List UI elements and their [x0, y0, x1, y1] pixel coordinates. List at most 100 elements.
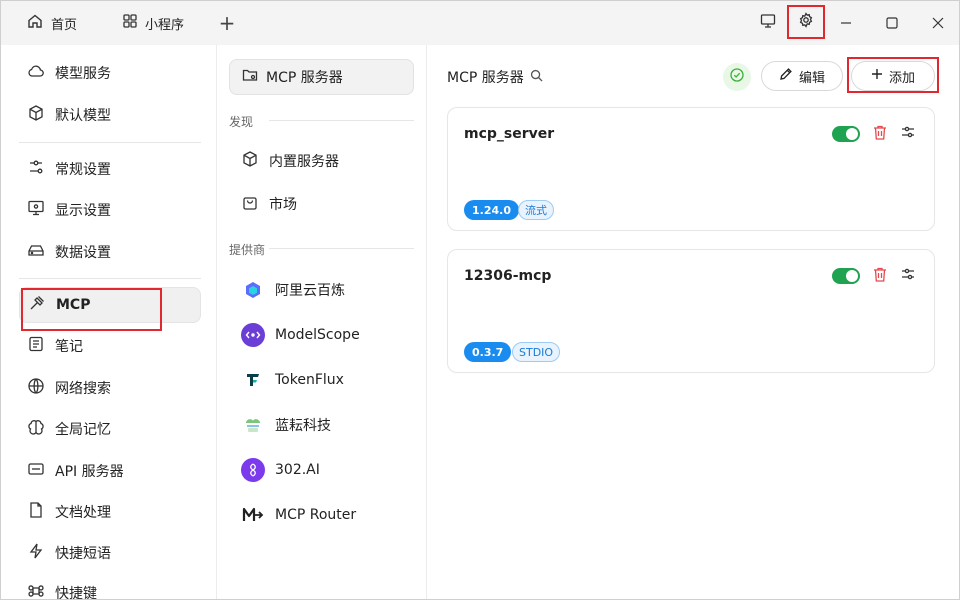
search-icon[interactable]: [530, 69, 543, 86]
add-server-button[interactable]: 添加: [851, 61, 935, 91]
gear-icon: [798, 12, 814, 32]
trash-icon[interactable]: [872, 124, 890, 144]
title-bar: 首页 小程序 +: [1, 1, 959, 45]
nav-divider: [19, 142, 201, 143]
maximize-icon: [886, 14, 898, 33]
folder-gear-icon: [242, 67, 258, 87]
sidebar-item-display[interactable]: 显示设置: [19, 192, 201, 228]
tab-mini-programs-label: 小程序: [145, 17, 185, 33]
subnav-item-market[interactable]: 市场: [241, 188, 297, 220]
settings-button[interactable]: [787, 5, 825, 39]
sidebar-item-label: 文档处理: [55, 505, 111, 521]
provider-label: ModelScope: [275, 327, 360, 343]
aliyun-bailian-logo: [241, 278, 265, 302]
sidebar-item-api-server[interactable]: API 服务器: [19, 453, 201, 489]
provider-modelscope[interactable]: ModelScope: [241, 319, 360, 351]
plus-icon: +: [218, 11, 236, 35]
tokenflux-logo: [241, 368, 265, 392]
transport-badge: STDIO: [512, 342, 561, 362]
trash-icon[interactable]: [872, 266, 890, 286]
add-tab-button[interactable]: +: [211, 9, 243, 37]
status-ok-indicator[interactable]: [723, 63, 751, 91]
settings-sliders-icon[interactable]: [900, 266, 918, 286]
maximize-button[interactable]: [875, 9, 909, 37]
close-button[interactable]: [921, 9, 955, 37]
grid-icon: [123, 14, 137, 32]
provider-label: TokenFlux: [275, 372, 344, 388]
provider-tokenflux[interactable]: TokenFlux: [241, 364, 344, 396]
edit-button[interactable]: 编辑: [761, 61, 843, 91]
sidebar-item-label: API 服务器: [55, 464, 124, 480]
mcp-router-logo: [241, 503, 265, 527]
hammer-icon: [28, 294, 46, 316]
settings-sliders-icon[interactable]: [900, 124, 918, 144]
edit-button-label: 编辑: [798, 70, 825, 86]
tab-home[interactable]: 首页: [17, 9, 87, 37]
close-icon: [932, 14, 944, 33]
server-enable-toggle[interactable]: [832, 126, 860, 142]
server-name: 12306-mcp: [464, 268, 552, 284]
add-button-label: 添加: [888, 70, 915, 86]
settings-sidebar: 模型服务 默认模型 常规设置 显示设置 数据设置 MCP 笔记 网络搜索 全局记…: [1, 45, 217, 600]
provider-label: 302.AI: [275, 462, 320, 478]
provider-aliyun-bailian[interactable]: 阿里云百炼: [241, 274, 345, 306]
sidebar-item-label: 常规设置: [55, 162, 111, 178]
subnav-item-label: MCP 服务器: [266, 70, 343, 86]
mcp-subnav: MCP 服务器 发现 内置服务器 市场 提供商 阿里云百炼 ModelScope…: [217, 45, 427, 599]
server-enable-toggle[interactable]: [832, 268, 860, 284]
app-window: 首页 小程序 + 模型服务 默认模型 常规设置 显示设置 数据设置 MCP 笔记…: [0, 0, 960, 600]
subnav-item-label: 内置服务器: [269, 154, 339, 170]
discover-section-title: 发现: [229, 115, 254, 129]
sidebar-item-shortcuts[interactable]: 快捷键: [19, 575, 201, 600]
tab-mini-programs[interactable]: 小程序: [113, 9, 194, 37]
sidebar-item-quick-phrases[interactable]: 快捷短语: [19, 535, 201, 571]
provider-label: 蓝耘科技: [275, 418, 331, 434]
sidebar-item-default-model[interactable]: 默认模型: [19, 97, 201, 133]
sidebar-item-notes[interactable]: 笔记: [19, 328, 201, 364]
sidebar-item-label: 模型服务: [55, 66, 111, 82]
sidebar-item-model-service[interactable]: 模型服务: [19, 55, 201, 91]
minimize-button[interactable]: [829, 9, 863, 37]
sidebar-item-label: 默认模型: [55, 108, 111, 124]
section-divider: [269, 120, 414, 121]
subnav-item-label: 市场: [269, 197, 297, 213]
nav-divider: [19, 278, 201, 279]
drive-icon: [27, 241, 45, 263]
sidebar-item-label: 快捷键: [55, 586, 97, 600]
shopping-bag-icon: [241, 193, 259, 215]
mini-window-button[interactable]: [753, 9, 783, 37]
page-title: MCP 服务器: [447, 67, 543, 87]
version-badge: 0.3.7: [464, 342, 512, 362]
sidebar-item-mcp[interactable]: MCP: [19, 287, 201, 323]
version-badge: 1.24.0: [464, 200, 519, 220]
page-title-text: MCP 服务器: [447, 70, 524, 86]
sidebar-item-general[interactable]: 常规设置: [19, 151, 201, 187]
providers-section-title: 提供商: [229, 243, 266, 257]
cloud-icon: [27, 62, 45, 84]
sidebar-item-data[interactable]: 数据设置: [19, 234, 201, 270]
subnav-item-mcp-servers[interactable]: MCP 服务器: [229, 59, 414, 95]
sidebar-item-label: 全局记忆: [55, 422, 111, 438]
provider-mcp-router[interactable]: MCP Router: [241, 499, 356, 531]
sidebar-item-label: 快捷短语: [55, 546, 111, 562]
sidebar-item-label: 数据设置: [55, 245, 111, 261]
package-icon: [241, 150, 259, 172]
sidebar-item-web-search[interactable]: 网络搜索: [19, 370, 201, 406]
plus-icon: [871, 68, 883, 84]
server-card[interactable]: 12306-mcp 0.3.7 STDIO: [447, 249, 935, 373]
sidebar-item-label: 网络搜索: [55, 381, 111, 397]
subnav-item-builtin-servers[interactable]: 内置服务器: [241, 145, 339, 177]
zap-icon: [27, 542, 45, 564]
api-icon: [27, 460, 45, 482]
sidebar-item-document-processing[interactable]: 文档处理: [19, 494, 201, 530]
globe-icon: [27, 377, 45, 399]
provider-lanyun[interactable]: 蓝耘科技: [241, 409, 331, 441]
provider-302ai[interactable]: 302.AI: [241, 454, 320, 486]
server-card[interactable]: mcp_server 1.24.0 流式: [447, 107, 935, 231]
sidebar-item-global-memory[interactable]: 全局记忆: [19, 411, 201, 447]
brain-icon: [27, 418, 45, 440]
cube-icon: [27, 104, 45, 126]
sidebar-item-label: MCP: [56, 297, 91, 313]
sliders-icon: [27, 158, 45, 180]
note-icon: [27, 335, 45, 357]
